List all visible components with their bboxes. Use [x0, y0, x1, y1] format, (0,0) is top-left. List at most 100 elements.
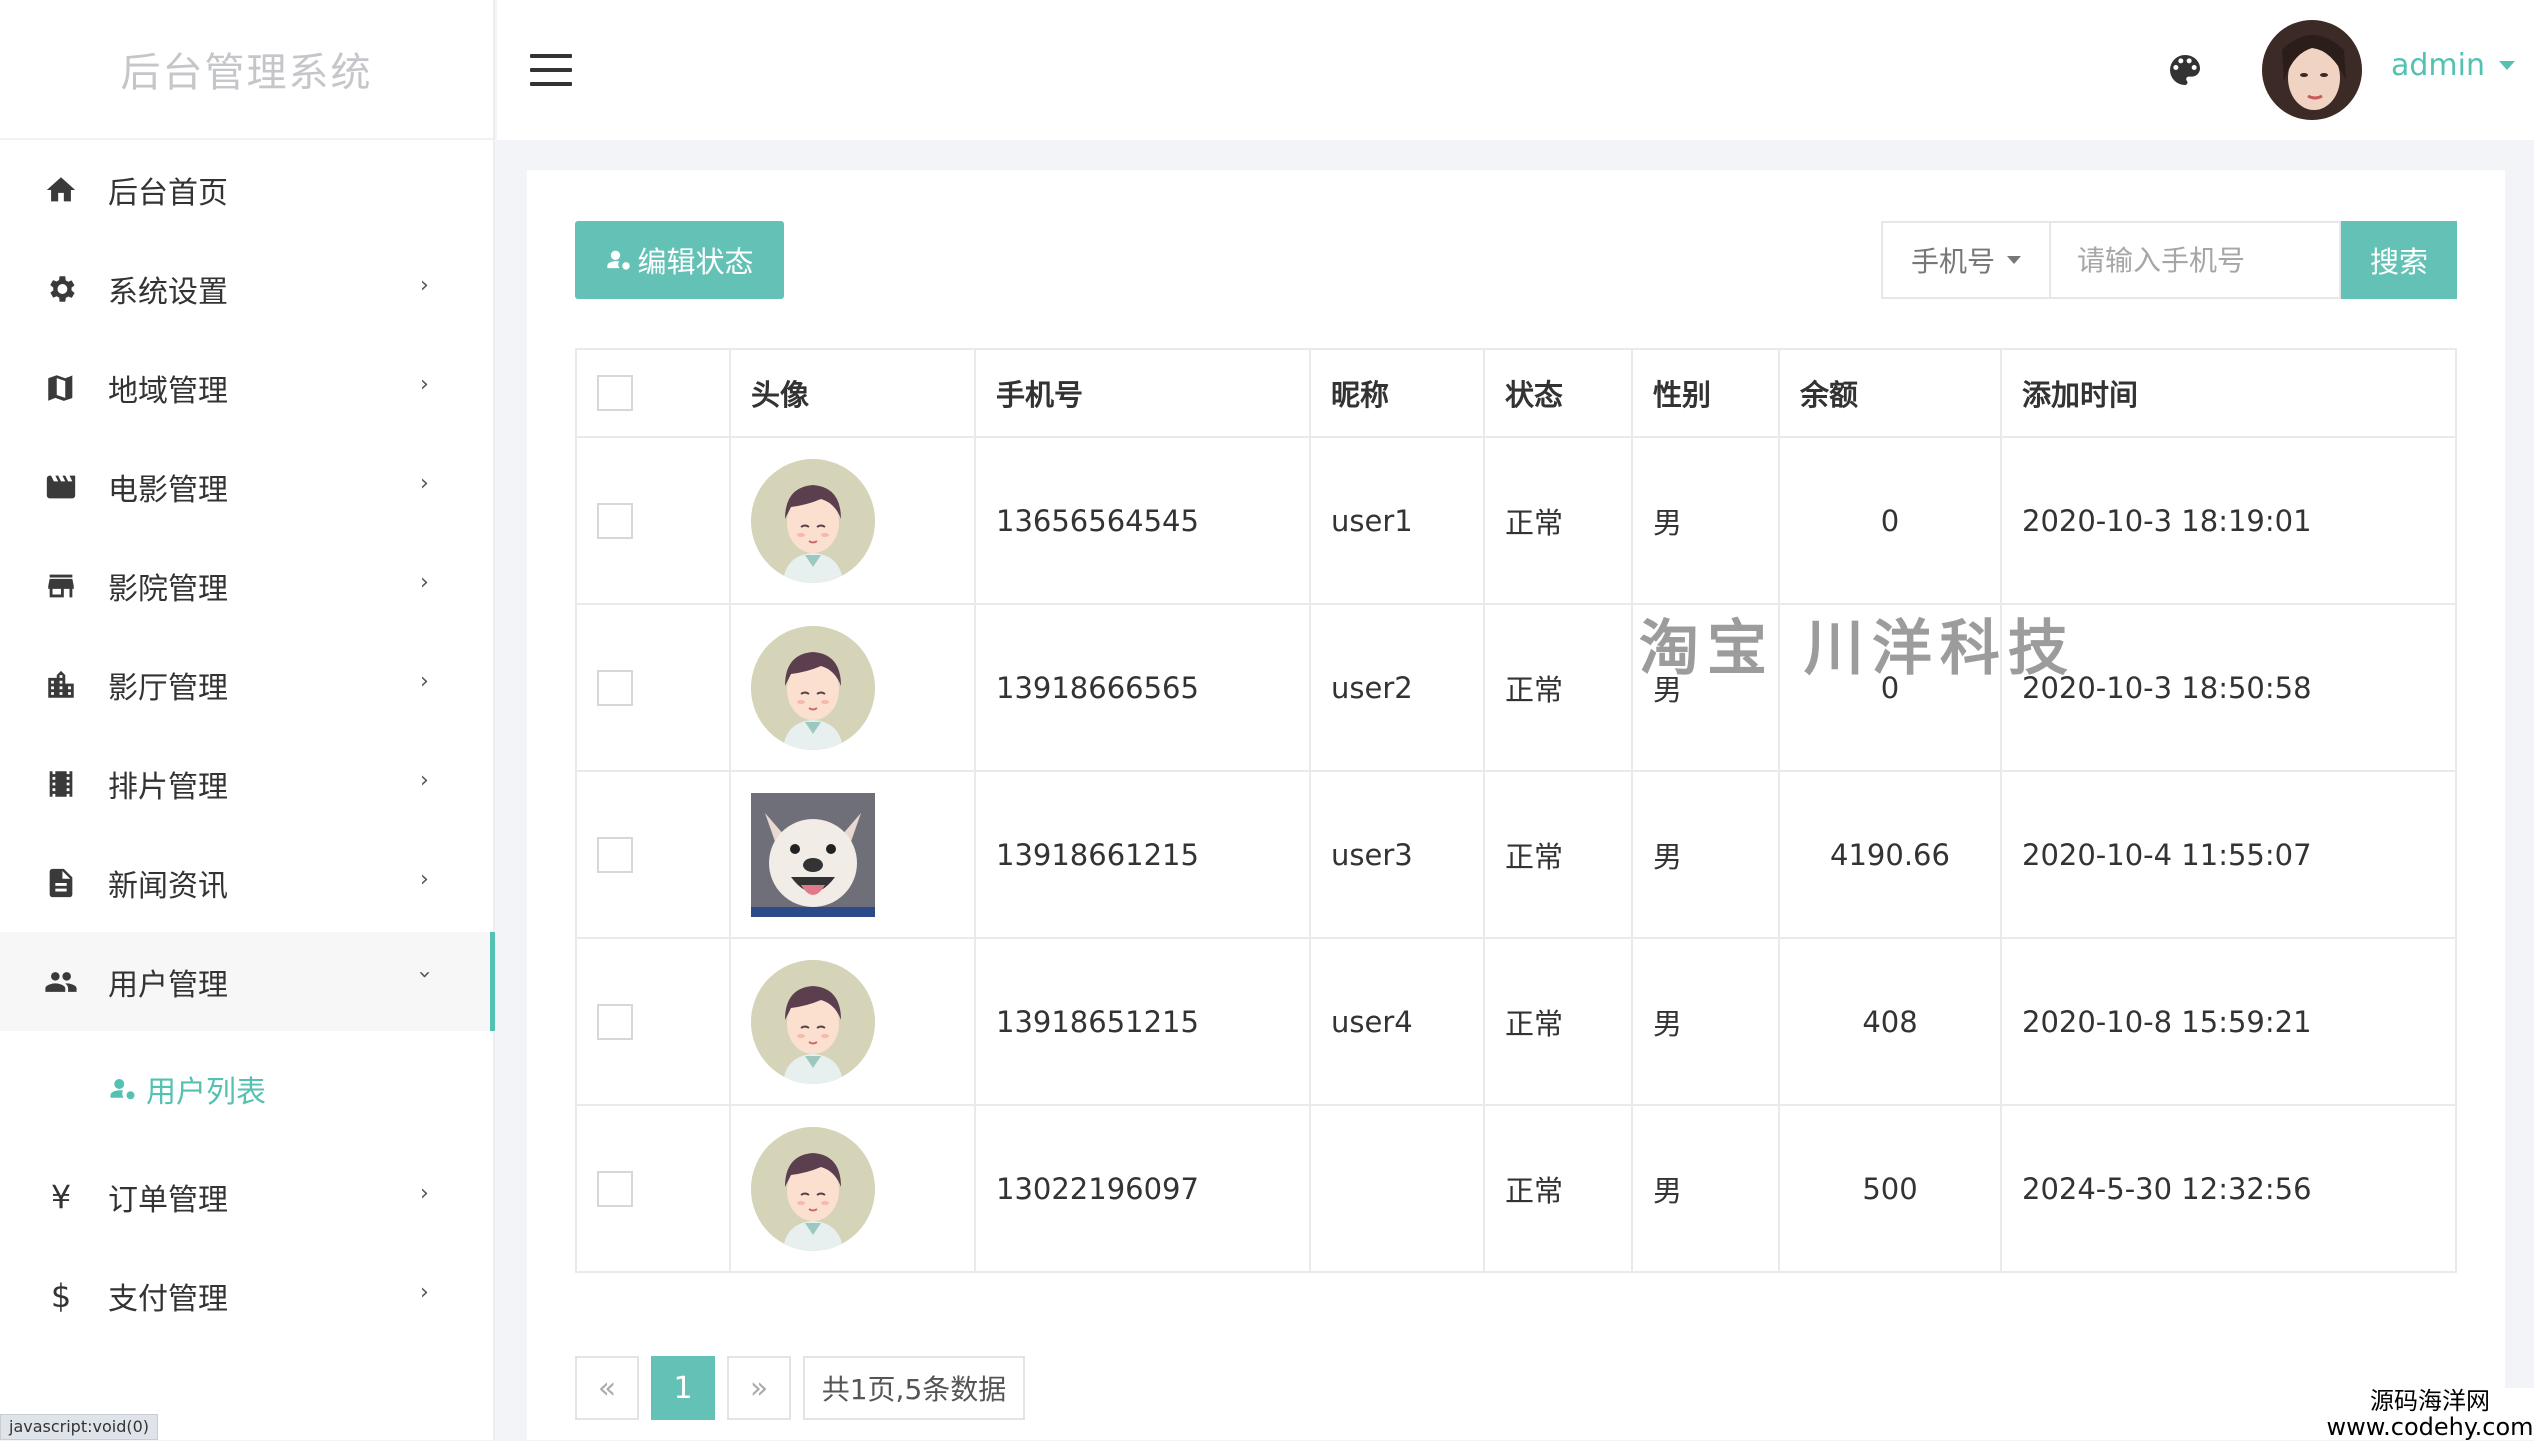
select-all-checkbox[interactable]	[597, 375, 633, 411]
sidebar-item-users[interactable]: 用户管理 ›	[0, 932, 493, 1031]
user-table: 头像 手机号 昵称 状态 性别 余额 添加时间 13656564545user1…	[575, 348, 2457, 1273]
app-logo: 后台管理系统	[0, 0, 493, 140]
phone-cell: 13656564545	[975, 437, 1310, 604]
header-select-all[interactable]	[576, 349, 730, 437]
map-icon	[44, 371, 78, 405]
status-cell: 正常	[1484, 437, 1632, 604]
site-brand: 源码海洋网 www.codehy.com	[2326, 1388, 2534, 1440]
header-gender: 性别	[1632, 349, 1779, 437]
phone-cell: 13918661215	[975, 771, 1310, 938]
chevron-right-icon: ›	[420, 669, 429, 694]
chevron-right-icon: ›	[420, 867, 429, 892]
added-time-cell: 2020-10-4 11:55:07	[2001, 771, 2456, 938]
row-select-cell[interactable]	[576, 1105, 730, 1272]
sidebar-item-payments[interactable]: $ 支付管理 ›	[0, 1246, 493, 1345]
sidebar-item-orders[interactable]: ¥ 订单管理 ›	[0, 1147, 493, 1246]
sidebar-item-region[interactable]: 地域管理 ›	[0, 338, 493, 437]
home-icon	[44, 173, 78, 207]
balance-cell: 500	[1779, 1105, 2001, 1272]
sidebar-item-label: 新闻资讯	[108, 861, 228, 905]
balance-cell: 0	[1779, 437, 2001, 604]
chevron-right-icon: ›	[420, 471, 429, 496]
content-card: 编辑状态 手机号 搜索 头像 手机号 昵称 状态 性别 余额 添加时间 1365…	[527, 170, 2505, 1440]
sidebar-item-label: 排片管理	[108, 762, 228, 806]
palette-icon[interactable]	[2165, 50, 2205, 90]
balance-cell: 408	[1779, 938, 2001, 1105]
brand-url: www.codehy.com	[2326, 1414, 2534, 1440]
user-avatar-image	[751, 960, 875, 1084]
sidebar-item-label: 后台首页	[108, 168, 228, 212]
added-time-cell: 2020-10-3 18:19:01	[2001, 437, 2456, 604]
sidebar-item-label: 电影管理	[108, 465, 228, 509]
phone-cell: 13918651215	[975, 938, 1310, 1105]
search-field-select[interactable]: 手机号	[1881, 221, 2051, 299]
sidebar: 后台管理系统 后台首页 系统设置 › 地域管理 › 电影管理 › 影院管理 ›	[0, 0, 495, 1440]
sidebar-subitem-user-list[interactable]: 用户列表	[0, 1031, 493, 1147]
user-menu[interactable]: admin	[2391, 48, 2515, 83]
edit-status-button[interactable]: 编辑状态	[575, 221, 784, 299]
sidebar-item-home[interactable]: 后台首页	[0, 140, 493, 239]
nickname-cell	[1310, 1105, 1484, 1272]
pagination-page-current[interactable]: 1	[651, 1356, 715, 1420]
user-avatar-image	[751, 1127, 875, 1251]
sidebar-item-label: 系统设置	[108, 267, 228, 311]
table-row: 13918661215user3正常男4190.662020-10-4 11:5…	[576, 771, 2456, 938]
phone-search-input[interactable]	[2051, 221, 2341, 299]
caret-down-icon	[2007, 256, 2021, 264]
sidebar-item-news[interactable]: 新闻资讯 ›	[0, 833, 493, 932]
row-checkbox[interactable]	[597, 1004, 633, 1040]
building-icon	[44, 668, 78, 702]
pagination-next[interactable]: »	[727, 1356, 791, 1420]
sidebar-nav: 后台首页 系统设置 › 地域管理 › 电影管理 › 影院管理 › 影厅管理 ›	[0, 140, 493, 1345]
sidebar-item-movies[interactable]: 电影管理 ›	[0, 437, 493, 536]
dollar-icon: $	[44, 1279, 78, 1313]
sidebar-item-label: 用户管理	[108, 960, 228, 1004]
chevron-right-icon: ›	[420, 273, 429, 298]
pagination: « 1 » 共1页,5条数据	[575, 1356, 1025, 1420]
added-time-cell: 2020-10-8 15:59:21	[2001, 938, 2456, 1105]
row-select-cell[interactable]	[576, 938, 730, 1105]
user-avatar-image	[751, 459, 875, 583]
pagination-prev[interactable]: «	[575, 1356, 639, 1420]
avatar-cell	[730, 604, 975, 771]
gender-cell: 男	[1632, 437, 1779, 604]
sidebar-item-schedule[interactable]: 排片管理 ›	[0, 734, 493, 833]
table-row: 13022196097正常男5002024-5-30 12:32:56	[576, 1105, 2456, 1272]
user-avatar[interactable]	[2262, 20, 2362, 120]
row-select-cell[interactable]	[576, 604, 730, 771]
phone-cell: 13022196097	[975, 1105, 1310, 1272]
table-row: 13918651215user4正常男4082020-10-8 15:59:21	[576, 938, 2456, 1105]
row-checkbox[interactable]	[597, 503, 633, 539]
status-bar-url: javascript:void(0)	[0, 1414, 158, 1440]
row-checkbox[interactable]	[597, 670, 633, 706]
brand-name: 源码海洋网	[2326, 1388, 2534, 1414]
avatar-cell	[730, 437, 975, 604]
row-checkbox[interactable]	[597, 1171, 633, 1207]
table-header-row: 头像 手机号 昵称 状态 性别 余额 添加时间	[576, 349, 2456, 437]
sidebar-item-halls[interactable]: 影厅管理 ›	[0, 635, 493, 734]
search-button[interactable]: 搜索	[2341, 221, 2457, 299]
nickname-cell: user2	[1310, 604, 1484, 771]
chevron-right-icon: ›	[420, 570, 429, 595]
user-settings-icon	[108, 1074, 138, 1104]
nickname-cell: user4	[1310, 938, 1484, 1105]
row-checkbox[interactable]	[597, 837, 633, 873]
status-cell: 正常	[1484, 1105, 1632, 1272]
header-balance: 余额	[1779, 349, 2001, 437]
user-settings-icon	[605, 246, 633, 274]
header-avatar: 头像	[730, 349, 975, 437]
gender-cell: 男	[1632, 771, 1779, 938]
search-field-value: 手机号	[1911, 240, 1995, 280]
status-cell: 正常	[1484, 771, 1632, 938]
row-select-cell[interactable]	[576, 771, 730, 938]
user-avatar-image	[751, 793, 875, 917]
menu-toggle-icon[interactable]	[530, 54, 572, 86]
sidebar-item-cinemas[interactable]: 影院管理 ›	[0, 536, 493, 635]
sidebar-item-label: 地域管理	[108, 366, 228, 410]
table-row: 13918666565user2正常男02020-10-3 18:50:58	[576, 604, 2456, 771]
gender-cell: 男	[1632, 938, 1779, 1105]
row-select-cell[interactable]	[576, 437, 730, 604]
clapperboard-icon	[44, 470, 78, 504]
sidebar-item-settings[interactable]: 系统设置 ›	[0, 239, 493, 338]
top-header: admin	[497, 0, 2534, 140]
